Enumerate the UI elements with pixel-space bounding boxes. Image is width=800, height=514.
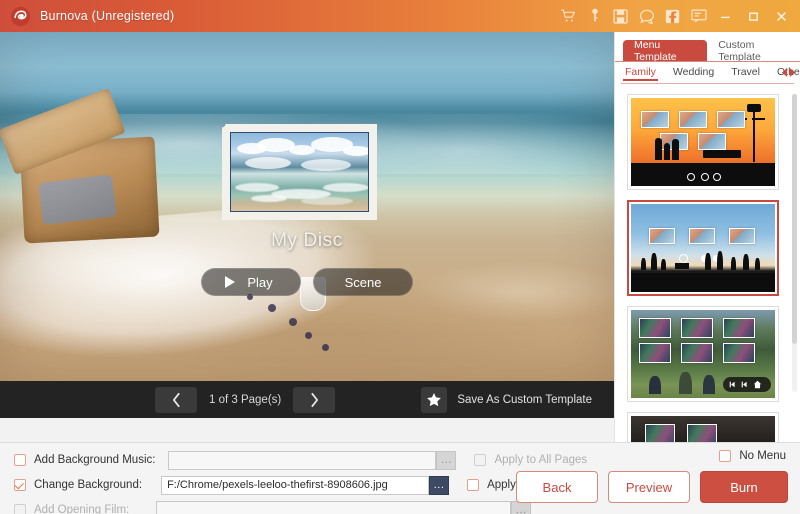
thumbnail-stamp-frame[interactable] xyxy=(222,124,377,220)
app-title: Burnova (Unregistered) xyxy=(40,9,175,23)
action-button-group: Back Preview Burn xyxy=(516,471,788,503)
settings-panel: Add Background Music: ... Apply to All P… xyxy=(0,442,800,514)
background-music-browse-button[interactable]: ... xyxy=(436,450,457,470)
play-button[interactable]: Play xyxy=(201,268,301,296)
minimize-icon[interactable] xyxy=(716,7,735,26)
play-icon xyxy=(225,276,236,288)
arrow-left-icon[interactable] xyxy=(781,64,788,82)
subtab-family-label: Family xyxy=(625,65,656,78)
preview-button[interactable]: Preview xyxy=(608,471,690,503)
change-background-label: Change Background: xyxy=(34,479,143,491)
category-scroll-arrows xyxy=(781,64,796,82)
change-background-checkbox[interactable] xyxy=(14,479,26,491)
background-music-apply-checkbox[interactable] xyxy=(474,454,487,466)
page-indicator: 1 of 3 Page(s) xyxy=(209,393,282,406)
background-music-label: Add Background Music: xyxy=(34,454,156,466)
burn-button[interactable]: Burn xyxy=(700,471,788,503)
template-panel: Menu Template Custom Template Family Wed… xyxy=(614,32,800,442)
maximize-icon[interactable] xyxy=(744,7,763,26)
no-menu-checkbox[interactable] xyxy=(719,450,732,462)
star-icon xyxy=(421,386,448,413)
tab-menu-template[interactable]: Menu Template xyxy=(623,38,708,63)
subtab-wedding[interactable]: Wedding xyxy=(673,66,714,81)
save-icon[interactable] xyxy=(612,8,629,25)
thumbnail-photo xyxy=(230,132,369,212)
background-music-checkbox[interactable] xyxy=(14,454,26,466)
save-custom-template-label: Save As Custom Template xyxy=(457,393,592,406)
template-thumbnail-dark[interactable] xyxy=(627,412,779,442)
opening-film-input[interactable] xyxy=(156,500,512,514)
burnova-logo-icon xyxy=(9,5,31,27)
background-music-input[interactable] xyxy=(168,450,437,470)
opening-film-row: Add Opening Film: ... xyxy=(14,500,532,514)
title-bar: Burnova (Unregistered) xyxy=(0,0,800,32)
next-page-button[interactable] xyxy=(293,386,336,413)
burnova-window: Burnova (Unregistered) My Disc Play Scen… xyxy=(0,0,800,514)
change-background-row: Change Background: F:/Chrome/pexels-leel… xyxy=(14,475,580,495)
no-menu-label: No Menu xyxy=(739,450,786,462)
disc-title[interactable]: My Disc xyxy=(0,230,614,252)
no-menu-row: No Menu xyxy=(719,450,786,462)
menu-button-group: Play Scene xyxy=(0,268,614,296)
cart-icon[interactable] xyxy=(560,8,577,25)
prev-page-button[interactable] xyxy=(155,386,197,413)
change-background-apply-checkbox[interactable] xyxy=(467,479,480,491)
background-music-apply-label: Apply to All Pages xyxy=(494,454,588,466)
menu-preview-canvas[interactable]: My Disc Play Scene xyxy=(0,32,614,381)
template-thumbnail-sunset[interactable] xyxy=(627,94,779,190)
close-icon[interactable] xyxy=(772,7,791,26)
subtab-wedding-label: Wedding xyxy=(672,65,715,78)
page-toolbar: 1 of 3 Page(s) Save As Custom Template xyxy=(0,381,614,418)
opening-film-checkbox[interactable] xyxy=(14,504,26,514)
template-thumbnail-blue[interactable] xyxy=(627,200,779,296)
change-background-browse-button[interactable]: ... xyxy=(429,475,450,495)
tab-custom-template-label: Custom Template xyxy=(718,38,761,63)
template-scrollbar[interactable] xyxy=(792,94,797,392)
play-button-label: Play xyxy=(247,274,273,290)
scene-button-label: Scene xyxy=(344,274,382,290)
opening-film-label: Add Opening Film: xyxy=(34,504,130,514)
tab-menu-template-label: Menu Template xyxy=(634,38,677,63)
scene-button[interactable]: Scene xyxy=(313,268,413,296)
category-tab-row: Family Wedding Travel Others xyxy=(615,62,800,84)
help-icon[interactable] xyxy=(638,8,655,25)
save-custom-template-button[interactable]: Save As Custom Template xyxy=(421,386,592,413)
back-button[interactable]: Back xyxy=(516,471,598,503)
category-underline xyxy=(621,83,794,84)
template-scrollbar-thumb[interactable] xyxy=(792,94,797,344)
background-music-row: Add Background Music: ... Apply to All P… xyxy=(14,450,587,470)
change-background-input[interactable]: F:/Chrome/pexels-leeloo-thefirst-8908606… xyxy=(161,475,430,495)
key-icon[interactable] xyxy=(586,8,603,25)
arrow-right-icon[interactable] xyxy=(789,64,796,82)
titlebar-icon-group xyxy=(560,7,791,26)
template-tab-row: Menu Template Custom Template xyxy=(615,38,800,63)
subtab-travel-label: Travel xyxy=(731,65,760,78)
template-thumbnail-list[interactable] xyxy=(615,88,800,442)
template-thumbnail-forest[interactable] xyxy=(627,306,779,402)
feedback-icon[interactable] xyxy=(690,8,707,25)
tab-custom-template[interactable]: Custom Template xyxy=(707,38,800,63)
facebook-icon[interactable] xyxy=(664,8,681,25)
subtab-family[interactable]: Family xyxy=(623,65,658,81)
subtab-travel[interactable]: Travel xyxy=(731,66,760,81)
